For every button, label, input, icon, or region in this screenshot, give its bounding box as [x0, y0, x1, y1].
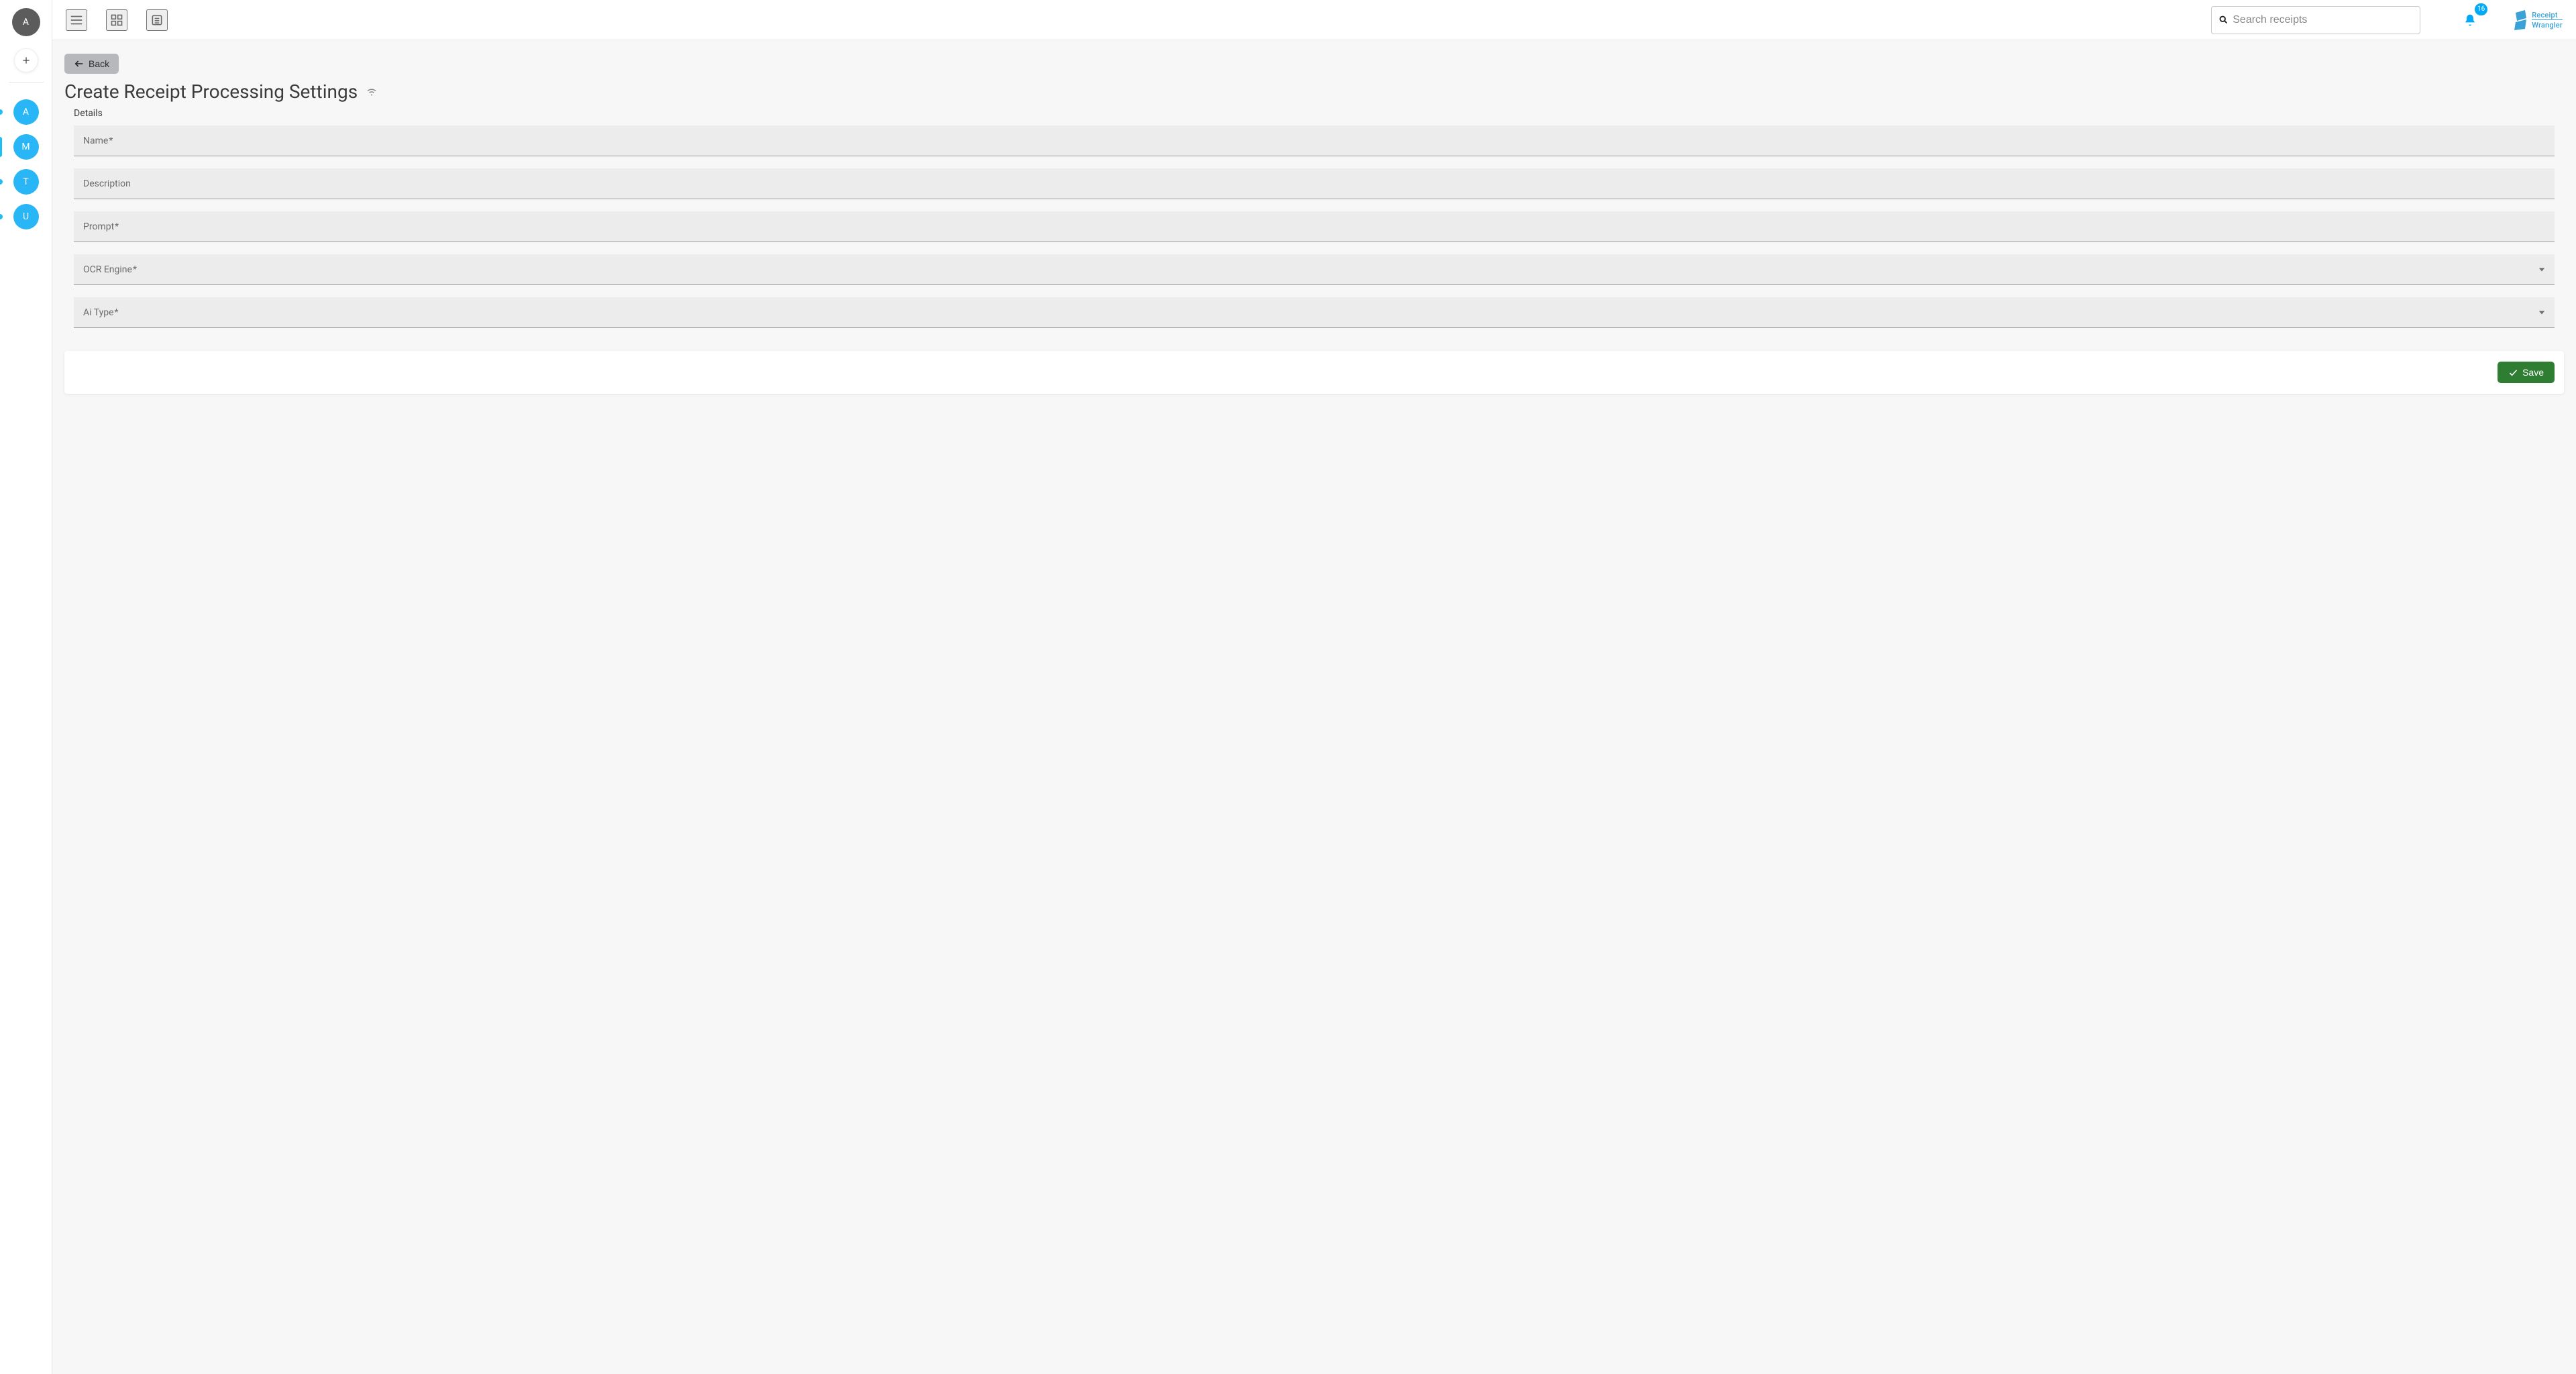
- content: Back Create Receipt Processing Settings …: [52, 40, 2576, 1374]
- side-rail: A A M T U: [0, 0, 52, 1374]
- ai-type-field[interactable]: Ai Type*: [74, 297, 2555, 328]
- rail-indicator-bar: [0, 137, 2, 157]
- details-fields: Name* Description Prompt* OCR Engine* Ai…: [64, 125, 2564, 328]
- rail-item-avatar: U: [13, 204, 39, 229]
- rail-item-a[interactable]: A: [0, 95, 52, 129]
- required-marker: *: [109, 136, 113, 146]
- brand-text: Receipt Wrangler: [2532, 11, 2563, 29]
- list-icon: [150, 13, 164, 27]
- brand-line1: Receipt: [2532, 11, 2563, 20]
- notifications-button[interactable]: 16: [2459, 9, 2481, 31]
- rail-divider: [9, 82, 44, 83]
- brand-line2: Wrangler: [2532, 21, 2563, 29]
- search-input[interactable]: [2233, 14, 2413, 26]
- list-view-button[interactable]: [146, 9, 168, 31]
- menu-button[interactable]: [66, 9, 87, 31]
- save-button[interactable]: Save: [2498, 362, 2555, 383]
- save-button-label: Save: [2522, 367, 2544, 378]
- search-icon: [2218, 15, 2229, 25]
- ocr-engine-field-label: OCR Engine: [83, 264, 132, 275]
- back-button-label: Back: [89, 58, 109, 69]
- topbar: 16 Receipt Wrangler: [52, 0, 2576, 40]
- prompt-field[interactable]: Prompt*: [74, 211, 2555, 242]
- page-title-row: Create Receipt Processing Settings: [64, 81, 2564, 103]
- search-input-wrapper[interactable]: [2211, 6, 2420, 34]
- brand-mark-icon: [2514, 10, 2528, 30]
- bell-icon: [2463, 13, 2477, 27]
- current-user-avatar-letter: A: [23, 17, 29, 28]
- details-section-label: Details: [74, 108, 2564, 119]
- dashboard-button[interactable]: [106, 9, 127, 31]
- rail-item-letter: T: [23, 176, 28, 187]
- back-button[interactable]: Back: [64, 54, 119, 74]
- description-field[interactable]: Description: [74, 168, 2555, 199]
- current-user-avatar[interactable]: A: [12, 8, 40, 36]
- wifi-icon: [366, 86, 378, 98]
- dropdown-caret-icon: [2538, 309, 2545, 316]
- rail-item-t[interactable]: T: [0, 164, 52, 199]
- rail-item-avatar: T: [13, 169, 39, 195]
- plus-icon: [21, 56, 31, 65]
- footer-actions: Save: [64, 351, 2564, 394]
- rail-item-letter: A: [23, 107, 29, 117]
- add-group-button[interactable]: [14, 48, 38, 72]
- check-icon: [2508, 368, 2518, 378]
- notification-count-badge: 16: [2475, 3, 2487, 15]
- required-marker: *: [133, 264, 137, 275]
- rail-indicator-dot: [0, 109, 3, 115]
- rail-item-u[interactable]: U: [0, 199, 52, 234]
- name-field-label: Name: [83, 136, 108, 146]
- required-marker: *: [115, 221, 119, 232]
- menu-icon: [69, 13, 84, 28]
- ocr-engine-field[interactable]: OCR Engine*: [74, 254, 2555, 285]
- page-title: Create Receipt Processing Settings: [64, 81, 358, 103]
- page: 16 Receipt Wrangler Back Create Receipt …: [52, 0, 2576, 1374]
- prompt-field-label: Prompt: [83, 221, 114, 232]
- arrow-left-icon: [74, 58, 85, 69]
- brand-logo[interactable]: Receipt Wrangler: [2514, 10, 2563, 30]
- ai-type-field-label: Ai Type: [83, 307, 114, 318]
- rail-item-avatar: A: [13, 99, 39, 125]
- name-field[interactable]: Name*: [74, 125, 2555, 156]
- rail-indicator-dot: [0, 214, 3, 219]
- description-field-label: Description: [83, 178, 131, 189]
- rail-item-letter: U: [23, 211, 29, 222]
- rail-item-letter: M: [21, 142, 30, 152]
- rail-indicator-dot: [0, 179, 3, 184]
- dropdown-caret-icon: [2538, 266, 2545, 273]
- grid-icon: [110, 13, 123, 27]
- rail-item-m[interactable]: M: [0, 129, 52, 164]
- rail-item-avatar: M: [13, 134, 39, 160]
- required-marker: *: [115, 307, 119, 318]
